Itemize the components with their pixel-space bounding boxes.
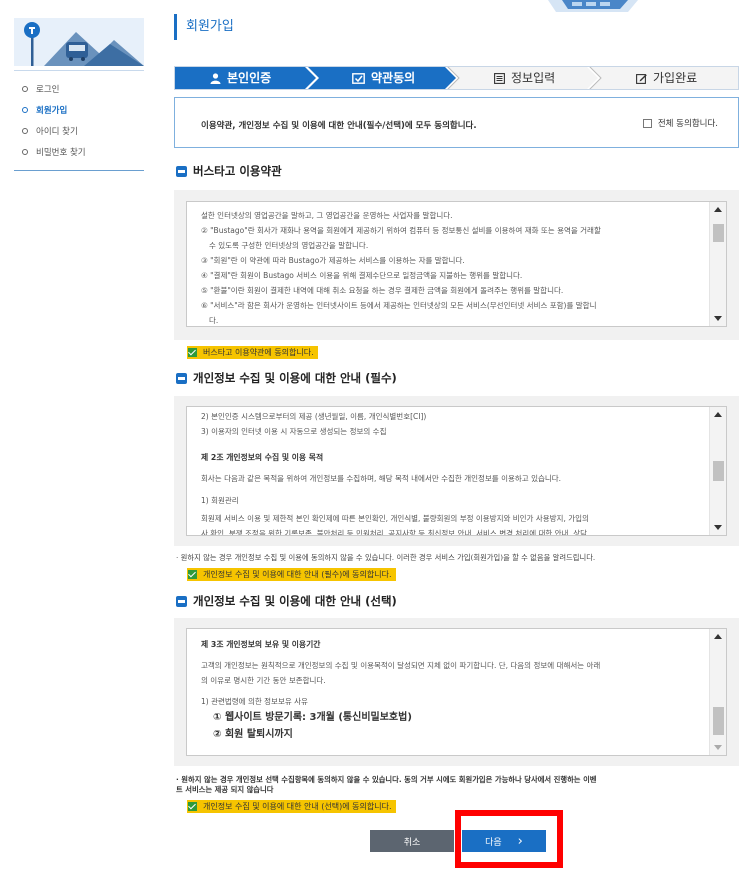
scroll-thumb[interactable] — [713, 461, 724, 481]
sidebar-item-login[interactable]: 로그인 — [22, 78, 86, 99]
privacy-optional-scroll-box[interactable]: 제 3조 개인정보의 보유 및 이용기간 고객의 개인정보는 원칙적으로 개인정… — [186, 628, 727, 756]
privacy-required-notice: · 원하지 않는 경우 개인정보 수집 및 이용에 동의하지 않을 수 있습니다… — [176, 553, 596, 562]
scroll-up-icon[interactable] — [714, 634, 722, 639]
privacy-required-agree-checkbox[interactable]: 개인정보 수집 및 이용에 대한 안내 (필수)에 동의합니다. — [187, 568, 396, 581]
step-terms-agreement: 약관동의 — [352, 66, 415, 90]
terms-line: 다. — [209, 316, 219, 325]
privacy-optional-agree-checkbox[interactable]: 개인정보 수집 및 이용에 대한 안내 (선택)에 동의합니다. — [187, 800, 396, 813]
sidebar-item-find-id[interactable]: 아이디 찾기 — [22, 120, 86, 141]
privacy-optional-notice: · 원하지 않는 경우 개인정보 선택 수집항목에 동의하지 않을 수 있습니다… — [176, 775, 597, 794]
sidebar-item-find-password[interactable]: 비밀번호 찾기 — [22, 141, 86, 162]
privacy-required-content: 2) 본인인증 시스템으로부터의 제공 (생년월일, 이름, 개인식별번호[CI… — [201, 412, 589, 536]
sidebar: 로그인 회원가입 아이디 찾기 비밀번호 찾기 — [0, 0, 148, 878]
scroll-thumb[interactable] — [713, 707, 724, 735]
chevron-right-icon: › — [517, 833, 523, 849]
privacy-required-scrollbar[interactable] — [709, 407, 726, 535]
checkbox-checked-icon[interactable] — [188, 802, 197, 811]
signup-steps: 본인인증 약관동의 정보입력 가입완료 — [174, 66, 739, 90]
privacy-optional-section-title: 개인정보 수집 및 이용에 대한 안내 (선택) — [176, 593, 397, 609]
terms-section-title: 버스타고 이용약관 — [176, 163, 282, 179]
terms-content: 설한 인터넷상의 영업공간을 말하고, 그 영업공간을 운영하는 사업자를 말합… — [201, 208, 698, 326]
bullet-icon — [22, 85, 28, 92]
terms-scrollbar[interactable] — [709, 202, 726, 326]
sidebar-nav: 로그인 회원가입 아이디 찾기 비밀번호 찾기 — [22, 78, 86, 162]
checkbox-unchecked-icon[interactable] — [642, 118, 652, 128]
scroll-down-icon[interactable] — [714, 745, 722, 750]
section-minus-icon — [176, 372, 187, 384]
checkbox-checked-icon[interactable] — [188, 348, 197, 357]
scroll-up-icon[interactable] — [714, 207, 722, 212]
edit-icon — [636, 73, 647, 84]
checkbox-checked-icon[interactable] — [188, 570, 197, 579]
next-button[interactable]: 다음 › — [462, 830, 546, 852]
sidebar-bottom-divider — [14, 170, 144, 171]
privacy-required-scroll-box[interactable]: 2) 본인인증 시스템으로부터의 제공 (생년월일, 이름, 개인식별번호[CI… — [186, 406, 727, 536]
agree-all-description: 이용약관, 개인정보 수집 및 이용에 대한 안내(필수/선택)에 모두 동의합… — [201, 121, 477, 131]
step-info-input: 정보입력 — [494, 66, 555, 90]
cancel-button[interactable]: 취소 — [370, 830, 454, 852]
privacy-optional-scrollbar[interactable] — [709, 629, 726, 755]
step-identity-verification: 본인인증 — [210, 66, 271, 90]
list-icon — [494, 72, 505, 84]
terms-agree-checkbox[interactable]: 버스타고 이용약관에 동의합니다. — [187, 346, 318, 359]
terms-line: ③ "회원"란 이 약관에 따라 Bustago가 제공하는 서비스를 이용하는… — [201, 256, 465, 265]
terms-line: 설한 인터넷상의 영업공간을 말하고, 그 영업공간을 운영하는 사업자를 말합… — [201, 211, 453, 220]
scroll-down-icon[interactable] — [714, 525, 722, 530]
terms-line: ⑤ "환불"이란 회원이 결제한 내역에 대해 취소 요청을 하는 경우 결제한… — [201, 286, 564, 295]
section-minus-icon — [176, 595, 187, 607]
terms-line: ④ "결제"란 회원이 Bustago 서비스 이용을 위해 결제수단으로 일정… — [201, 271, 523, 280]
scroll-thumb[interactable] — [713, 224, 724, 242]
sidebar-item-signup[interactable]: 회원가입 — [22, 99, 86, 120]
bullet-icon — [22, 127, 28, 134]
bus-stop-banner-illustration — [14, 18, 144, 66]
terms-line: ② "Bustago"란 회사가 재화나 용역을 회원에게 제공하기 위하여 컴… — [201, 226, 601, 235]
checkbox-icon — [352, 72, 365, 84]
agree-all-panel: 이용약관, 개인정보 수집 및 이용에 대한 안내(필수/선택)에 모두 동의합… — [174, 97, 739, 148]
privacy-required-section-title: 개인정보 수집 및 이용에 대한 안내 (필수) — [176, 370, 397, 386]
bullet-icon — [22, 148, 28, 155]
terms-line: 수 있도록 구성한 인터넷상의 영업공간을 말합니다. — [209, 241, 369, 250]
step-signup-complete: 가입완료 — [636, 66, 697, 90]
section-minus-icon — [176, 165, 187, 177]
terms-scroll-box[interactable]: 설한 인터넷상의 영업공간을 말하고, 그 영업공간을 운영하는 사업자를 말합… — [186, 201, 727, 327]
privacy-optional-content: 제 3조 개인정보의 보유 및 이용기간 고객의 개인정보는 원칙적으로 개인정… — [201, 640, 601, 740]
page-title: 회원가입 — [174, 14, 234, 40]
person-icon — [210, 72, 221, 84]
agree-all-checkbox[interactable]: 전체 동의합니다. — [642, 117, 718, 129]
scroll-down-icon[interactable] — [714, 316, 722, 321]
scroll-up-icon[interactable] — [714, 412, 722, 417]
bus-decoration-icon — [548, 0, 638, 12]
bullet-icon — [22, 106, 28, 113]
sidebar-top-divider — [14, 70, 144, 71]
terms-line: ⑥ "서비스"라 함은 회사가 운영하는 인터넷사이트 등에서 제공하는 인터넷… — [201, 301, 597, 310]
